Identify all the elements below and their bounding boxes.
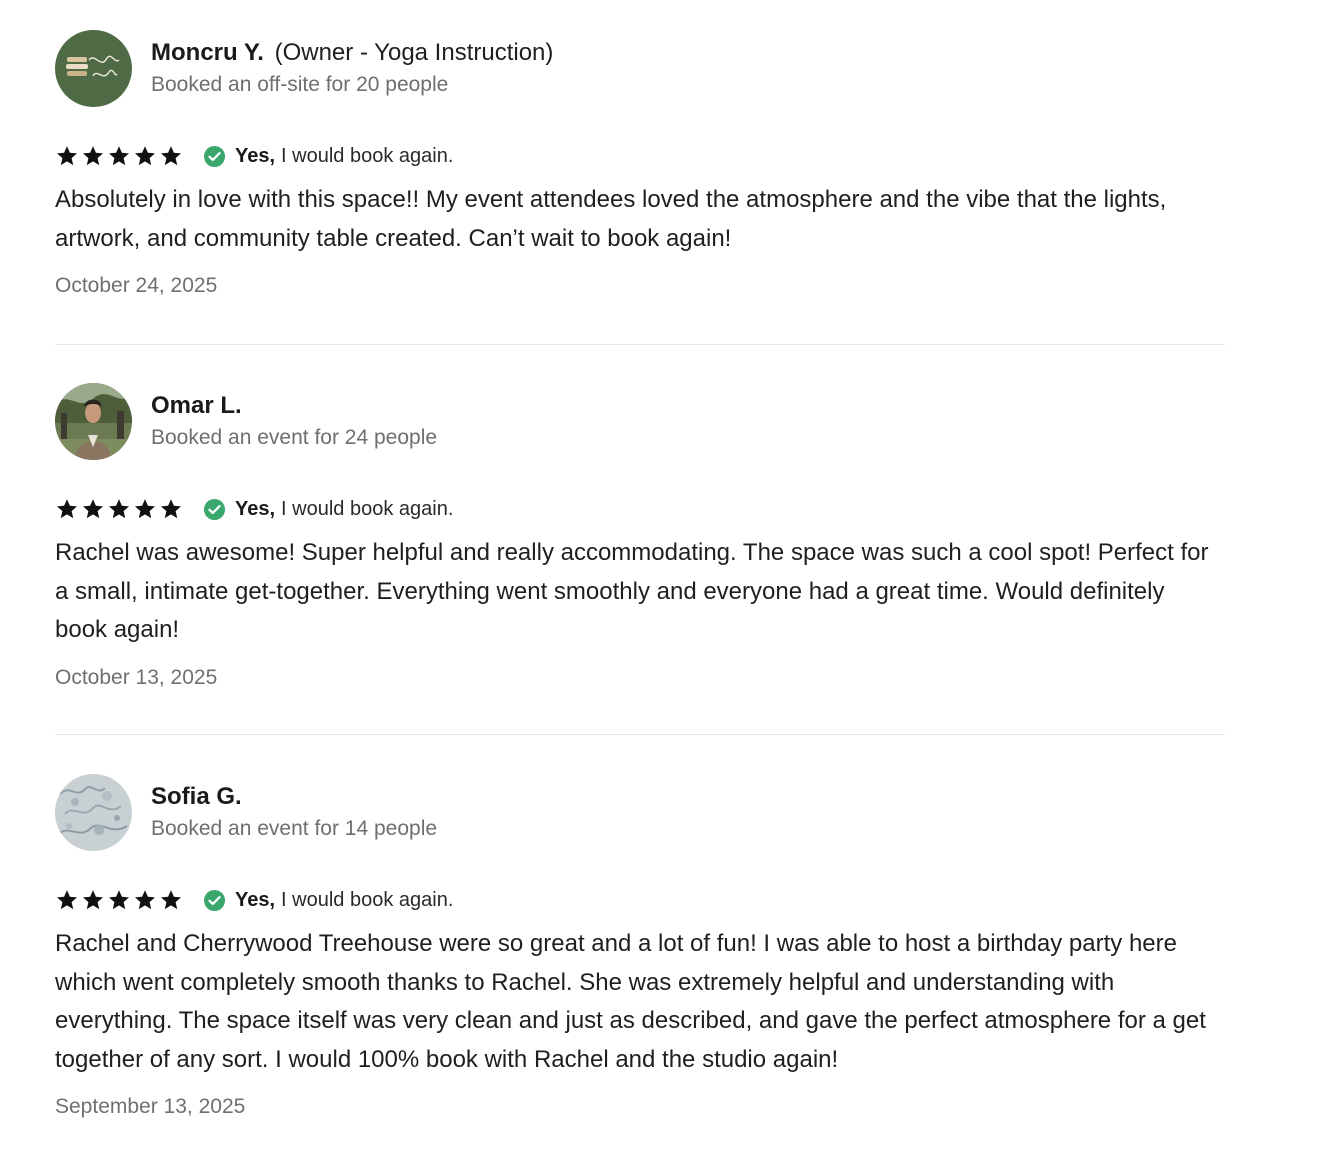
star-icon (159, 144, 183, 168)
reviewer-name[interactable]: Omar L. (151, 392, 242, 419)
reviewer-name[interactable]: Moncru Y. (151, 39, 264, 66)
star-icon (55, 497, 79, 521)
reviewer-info: Omar L. Booked an event for 24 people (151, 391, 437, 452)
reviewer-name-line: Omar L. (151, 391, 437, 421)
star-icon (133, 144, 157, 168)
reviewer-role: (Owner - Yoga Instruction) (274, 39, 554, 66)
star-icon (107, 144, 131, 168)
star-icon (81, 497, 105, 521)
rating-row: Yes, I would book again. (55, 141, 1225, 171)
review-date: October 13, 2025 (55, 665, 218, 689)
reviewer-name-line: Sofia G. (151, 782, 437, 812)
star-icon (55, 888, 79, 912)
review-card: Moncru Y. (Owner - Yoga Instruction) Boo… (55, 0, 1225, 345)
avatar[interactable] (55, 30, 132, 107)
booking-summary: Booked an event for 24 people (151, 426, 438, 449)
review-card: Omar L. Booked an event for 24 people Ye… (55, 345, 1225, 735)
review-text: Absolutely in love with this space!! My … (55, 186, 1167, 252)
check-circle-icon (203, 889, 226, 912)
avatar[interactable] (55, 383, 132, 460)
reviewer-name-line: Moncru Y. (Owner - Yoga Instruction) (151, 38, 553, 68)
review-date: October 24, 2025 (55, 274, 218, 297)
rebook-text: I would book again. (281, 888, 454, 911)
review-date: September 13, 2025 (55, 1095, 246, 1118)
review-card: Sofia G. Booked an event for 14 people Y… (55, 735, 1225, 1155)
check-circle-icon (203, 145, 226, 168)
star-rating (55, 888, 183, 912)
rebook-indicator: Yes, I would book again. (203, 498, 453, 521)
star-icon (133, 888, 157, 912)
review-header: Sofia G. Booked an event for 14 people (55, 774, 1225, 851)
star-icon (81, 144, 105, 168)
rebook-indicator: Yes, I would book again. (203, 889, 453, 912)
reviewer-info: Sofia G. Booked an event for 14 people (151, 782, 437, 843)
star-icon (159, 497, 183, 521)
review-text: Rachel was awesome! Super helpful and re… (55, 539, 1209, 643)
rebook-yes: Yes, (235, 888, 276, 911)
reviewer-info: Moncru Y. (Owner - Yoga Instruction) Boo… (151, 38, 553, 99)
reviews-list: Moncru Y. (Owner - Yoga Instruction) Boo… (55, 0, 1225, 1155)
star-icon (133, 497, 157, 521)
star-rating (55, 144, 183, 168)
rebook-indicator: Yes, I would book again. (203, 145, 453, 168)
star-icon (81, 888, 105, 912)
reviewer-name[interactable]: Sofia G. (151, 783, 242, 810)
booking-summary: Booked an event for 14 people (151, 817, 438, 840)
review-header: Omar L. Booked an event for 24 people (55, 383, 1225, 460)
rebook-yes: Yes, (235, 497, 276, 520)
star-icon (107, 497, 131, 521)
rebook-text: I would book again. (281, 497, 454, 520)
star-rating (55, 497, 183, 521)
rebook-text: I would book again. (281, 144, 454, 167)
rating-row: Yes, I would book again. (55, 494, 1225, 524)
review-header: Moncru Y. (Owner - Yoga Instruction) Boo… (55, 30, 1225, 107)
star-icon (107, 888, 131, 912)
booking-summary: Booked an off-site for 20 people (151, 73, 449, 96)
rating-row: Yes, I would book again. (55, 885, 1225, 915)
star-icon (159, 888, 183, 912)
rebook-yes: Yes, (235, 144, 276, 167)
review-text: Rachel and Cherrywood Treehouse were so … (55, 930, 1206, 1073)
check-circle-icon (203, 498, 226, 521)
avatar[interactable] (55, 774, 132, 851)
star-icon (55, 144, 79, 168)
